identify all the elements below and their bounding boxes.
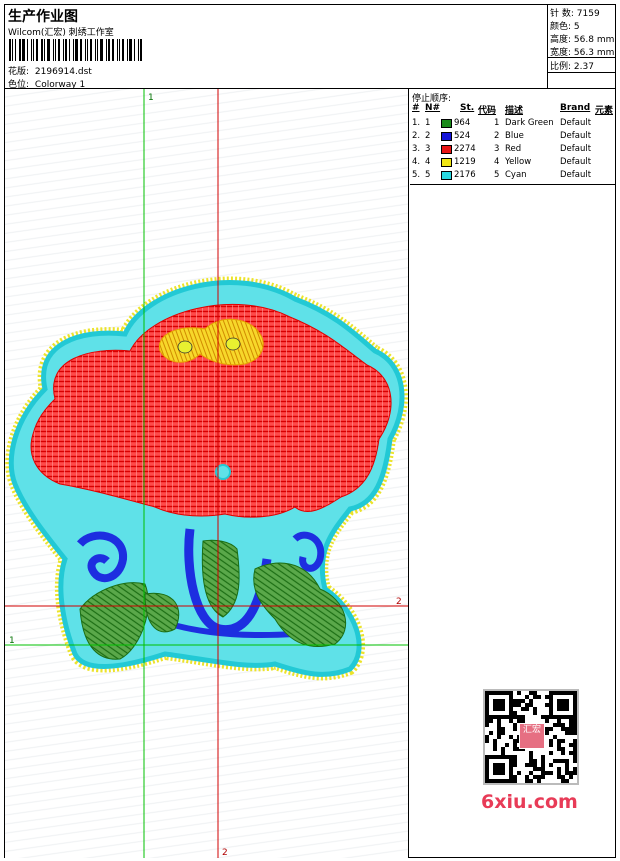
stitch-count: 1219 <box>454 157 476 167</box>
needle-number: 4 <box>425 157 431 167</box>
guide-label-h2: 2 <box>396 597 402 607</box>
color-code: 1 <box>494 118 500 128</box>
stop-sequence-panel: 停止顺序: # N# St. 代码 描述 Brand 元素 1. 1 964 1 Dar… <box>410 89 615 185</box>
col-element: 元素 <box>595 106 614 116</box>
stop-number: 4. <box>412 157 421 167</box>
color-code: 5 <box>494 170 500 180</box>
stitch-count: 2176 <box>454 170 476 180</box>
design-file-label: 花版: <box>8 67 30 77</box>
stop-sequence-row[interactable]: 3. 3 2274 3 Red Default <box>410 144 615 157</box>
watermark-text: 6xiu.com <box>481 791 578 813</box>
stop-sequence-row[interactable]: 5. 5 2176 5 Cyan Default <box>410 170 615 183</box>
qr-code: 汇宏 <box>483 689 579 785</box>
color-description: Dark Green <box>505 118 554 128</box>
guide-label-h1: 1 <box>9 636 15 646</box>
guide-label-v1: 1 <box>148 93 154 103</box>
color-swatch <box>441 171 452 180</box>
design-file-name: 2196914.dst <box>34 67 92 77</box>
needle-number: 2 <box>425 131 431 141</box>
color-swatch <box>441 158 452 167</box>
sheet-title: 生产作业图 <box>8 9 78 25</box>
col-description: 描述 <box>505 106 524 116</box>
sheet-header: 生产作业图 Wilcom(汇宏) 刺绣工作室 花版: 2196914.dst 色… <box>5 5 616 90</box>
stitch-count: 964 <box>454 118 471 128</box>
color-swatch <box>441 132 452 141</box>
color-code: 3 <box>494 144 500 154</box>
col-stitches: St. <box>460 103 475 113</box>
stop-number: 5. <box>412 170 421 180</box>
needle-number: 5 <box>425 170 431 180</box>
embroidery-preview: 1 2 2 1 <box>5 89 408 858</box>
stitch-count: 2274 <box>454 144 476 154</box>
needle-number: 1 <box>425 118 431 128</box>
design-stats: 针 数: 7159 颜色: 5 高度: 56.8 mm 宽度: 56.3 mm … <box>547 5 616 89</box>
stat-colors: 颜色: 5 <box>550 22 580 32</box>
stop-number: 2. <box>412 131 421 141</box>
stop-sequence-row[interactable]: 4. 4 1219 4 Yellow Default <box>410 157 615 170</box>
stop-sequence-header: # N# St. 代码 描述 Brand 元素 <box>410 103 615 117</box>
studio-name: Wilcom(汇宏) 刺绣工作室 <box>8 28 114 38</box>
col-code: 代码 <box>478 106 497 116</box>
color-description: Red <box>505 144 522 154</box>
col-needle: N# <box>425 103 441 113</box>
color-code: 2 <box>494 131 500 141</box>
color-description: Blue <box>505 131 524 141</box>
color-description: Cyan <box>505 170 527 180</box>
production-sheet: 生产作业图 Wilcom(汇宏) 刺绣工作室 花版: 2196914.dst 色… <box>4 4 616 858</box>
design-file-row: 花版: 2196914.dst <box>8 64 92 77</box>
watermark: 汇宏 6xiu.com <box>475 685 587 815</box>
color-swatch <box>441 145 452 154</box>
stop-number: 1. <box>412 118 421 128</box>
thread-brand: Default <box>560 118 592 128</box>
stat-scale: 比例: 2.37 <box>550 62 594 72</box>
col-brand: Brand <box>560 103 591 113</box>
embroidery-canvas[interactable]: 1 2 2 1 <box>5 89 409 858</box>
thread-brand: Default <box>560 157 592 167</box>
thread-brand: Default <box>560 131 592 141</box>
stop-sequence-row[interactable]: 2. 2 524 2 Blue Default <box>410 131 615 144</box>
stat-stitch-count: 针 数: 7159 <box>550 9 600 19</box>
stitch-count: 524 <box>454 131 471 141</box>
color-swatch <box>441 119 452 128</box>
thread-brand: Default <box>560 170 592 180</box>
stat-height: 高度: 56.8 mm <box>550 35 615 45</box>
color-description: Yellow <box>505 157 532 167</box>
needle-number: 3 <box>425 144 431 154</box>
color-code: 4 <box>494 157 500 167</box>
col-stop: # <box>412 103 420 113</box>
guide-label-v2: 2 <box>222 848 228 858</box>
thread-brand: Default <box>560 144 592 154</box>
stop-sequence-row[interactable]: 1. 1 964 1 Dark Green Default <box>410 118 615 131</box>
barcode <box>9 39 145 61</box>
qr-stamp: 汇宏 <box>519 723 545 749</box>
stop-number: 3. <box>412 144 421 154</box>
